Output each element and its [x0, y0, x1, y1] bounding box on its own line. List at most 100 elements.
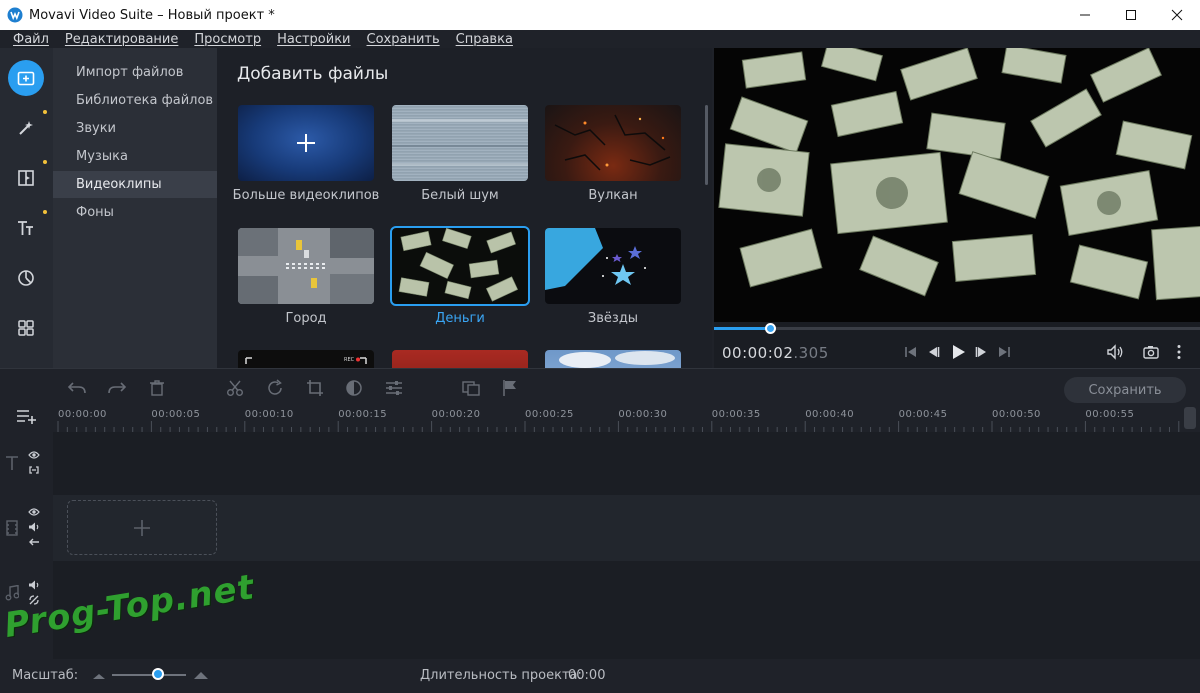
volume-button[interactable] — [1106, 342, 1126, 362]
minimize-button[interactable] — [1062, 0, 1108, 30]
eye-icon[interactable] — [28, 450, 40, 460]
clip-tile-city[interactable] — [238, 228, 374, 304]
titles-icon — [18, 221, 33, 235]
clip-tile-more[interactable] — [238, 105, 374, 181]
menu-help[interactable]: Справка — [456, 32, 513, 47]
duration-label: Длительность проекта: — [420, 668, 582, 683]
clip-properties-button[interactable] — [384, 378, 404, 398]
color-adjust-button[interactable] — [344, 378, 364, 398]
menu-edit[interactable]: Редактирование — [65, 32, 178, 47]
more-tools-button[interactable] — [8, 310, 44, 346]
skip-start-button[interactable] — [901, 342, 921, 362]
menu-save[interactable]: Сохранить — [367, 32, 440, 47]
clip-tile-sky[interactable] — [545, 350, 681, 368]
titles-tool-button[interactable] — [8, 210, 47, 246]
category-import-files[interactable]: Импорт файлов — [53, 59, 217, 86]
redo-button[interactable] — [107, 378, 127, 398]
play-button[interactable] — [948, 342, 968, 362]
category-file-library[interactable]: Библиотека файлов — [53, 87, 217, 114]
playback-progress-knob[interactable] — [764, 323, 776, 334]
crop-button[interactable] — [305, 378, 325, 398]
overlay-button[interactable] — [461, 378, 481, 398]
skip-end-button[interactable] — [994, 342, 1014, 362]
clip-label-stars: Звёзды — [587, 311, 639, 326]
clip-label-more: Больше видеоклипов — [232, 188, 380, 203]
add-track-button[interactable] — [16, 407, 38, 429]
title-bar: Movavi Video Suite – Новый проект * — [0, 0, 1200, 30]
clip-tile-money[interactable] — [390, 226, 530, 306]
clip-tile-red[interactable] — [392, 350, 528, 368]
money-thumbnail — [398, 228, 519, 302]
zoom-slider-track[interactable] — [112, 674, 186, 676]
ruler-label: 00:00:50 — [992, 409, 1041, 420]
video-track[interactable] — [53, 495, 1200, 561]
maximize-button[interactable] — [1108, 0, 1154, 30]
skip-end-icon — [999, 347, 1010, 357]
undo-button[interactable] — [67, 378, 87, 398]
plus-icon — [134, 519, 150, 536]
stars-thumbnail — [545, 228, 646, 290]
category-backgrounds[interactable]: Фоны — [53, 199, 217, 226]
transitions-tool-button[interactable] — [8, 160, 47, 196]
next-frame-button[interactable] — [972, 342, 992, 362]
clip-tile-volcano[interactable] — [545, 105, 681, 181]
zoom-out-icon[interactable] — [92, 672, 106, 680]
timeline-scroll-thumb[interactable] — [1184, 407, 1196, 429]
play-icon — [953, 345, 965, 359]
filters-icon — [18, 270, 34, 286]
clip-tile-rec[interactable]: REC — [238, 350, 374, 368]
ruler-label: 00:00:15 — [338, 409, 388, 420]
delete-button[interactable] — [147, 378, 167, 398]
library-scrollbar[interactable] — [705, 105, 708, 185]
noise-thumbnail — [392, 105, 528, 181]
category-sounds[interactable]: Звуки — [53, 115, 217, 142]
close-button[interactable] — [1154, 0, 1200, 30]
effects-tool-button[interactable] — [8, 110, 47, 146]
new-badge — [43, 160, 47, 164]
plus-icon — [297, 134, 315, 152]
video-drop-zone[interactable] — [67, 500, 217, 555]
import-icon — [17, 71, 35, 86]
speaker-icon[interactable] — [28, 580, 40, 590]
menu-view[interactable]: Просмотр — [194, 32, 261, 47]
zoom-in-icon[interactable] — [193, 671, 209, 680]
zoom-slider-knob[interactable] — [151, 668, 164, 680]
eye-icon[interactable] — [28, 507, 40, 517]
app-logo-icon — [7, 7, 23, 23]
playback-progress-track[interactable] — [714, 327, 1200, 330]
filters-tool-button[interactable] — [8, 260, 44, 296]
snapshot-button[interactable] — [1141, 342, 1161, 362]
skip-start-icon — [905, 347, 916, 357]
preview-more-button[interactable] — [1169, 342, 1189, 362]
category-music[interactable]: Музыка — [53, 143, 217, 170]
trash-icon — [150, 380, 164, 396]
clip-tile-white-noise[interactable] — [392, 105, 528, 181]
prev-frame-button[interactable] — [923, 342, 943, 362]
link-icon[interactable] — [28, 465, 40, 475]
title-track-header — [0, 432, 53, 495]
marker-button[interactable] — [500, 378, 520, 398]
timecode-ms: .305 — [793, 344, 829, 362]
film-strip-icon — [6, 520, 18, 536]
cut-button[interactable] — [225, 378, 245, 398]
menu-file[interactable]: Файл — [13, 32, 49, 47]
clip-tile-stars[interactable] — [545, 228, 681, 304]
ruler-label: 00:00:55 — [1085, 409, 1135, 420]
category-videoclips[interactable]: Видеоклипы — [53, 171, 217, 198]
arrow-left-icon[interactable] — [28, 537, 40, 547]
ruler-label: 00:00:05 — [151, 409, 201, 420]
import-tool-button[interactable] — [8, 60, 44, 96]
speaker-icon[interactable] — [28, 522, 40, 532]
save-button[interactable]: Сохранить — [1064, 377, 1186, 403]
transitions-icon — [18, 170, 34, 186]
timeline-ruler[interactable]: 00:00:00 00:00:05 00:00:10 00:00:15 00:00:20… — [0, 406, 1200, 432]
rotate-button[interactable] — [265, 378, 285, 398]
video-track-header — [0, 495, 53, 561]
menu-settings[interactable]: Настройки — [277, 32, 350, 47]
title-track[interactable] — [53, 432, 1200, 495]
sky-thumbnail — [559, 351, 675, 368]
city-thumbnail — [238, 228, 374, 304]
clip-label-city: Город — [285, 311, 327, 326]
window-title: Movavi Video Suite – Новый проект * — [29, 7, 275, 23]
ruler-label: 00:00:20 — [431, 409, 481, 420]
